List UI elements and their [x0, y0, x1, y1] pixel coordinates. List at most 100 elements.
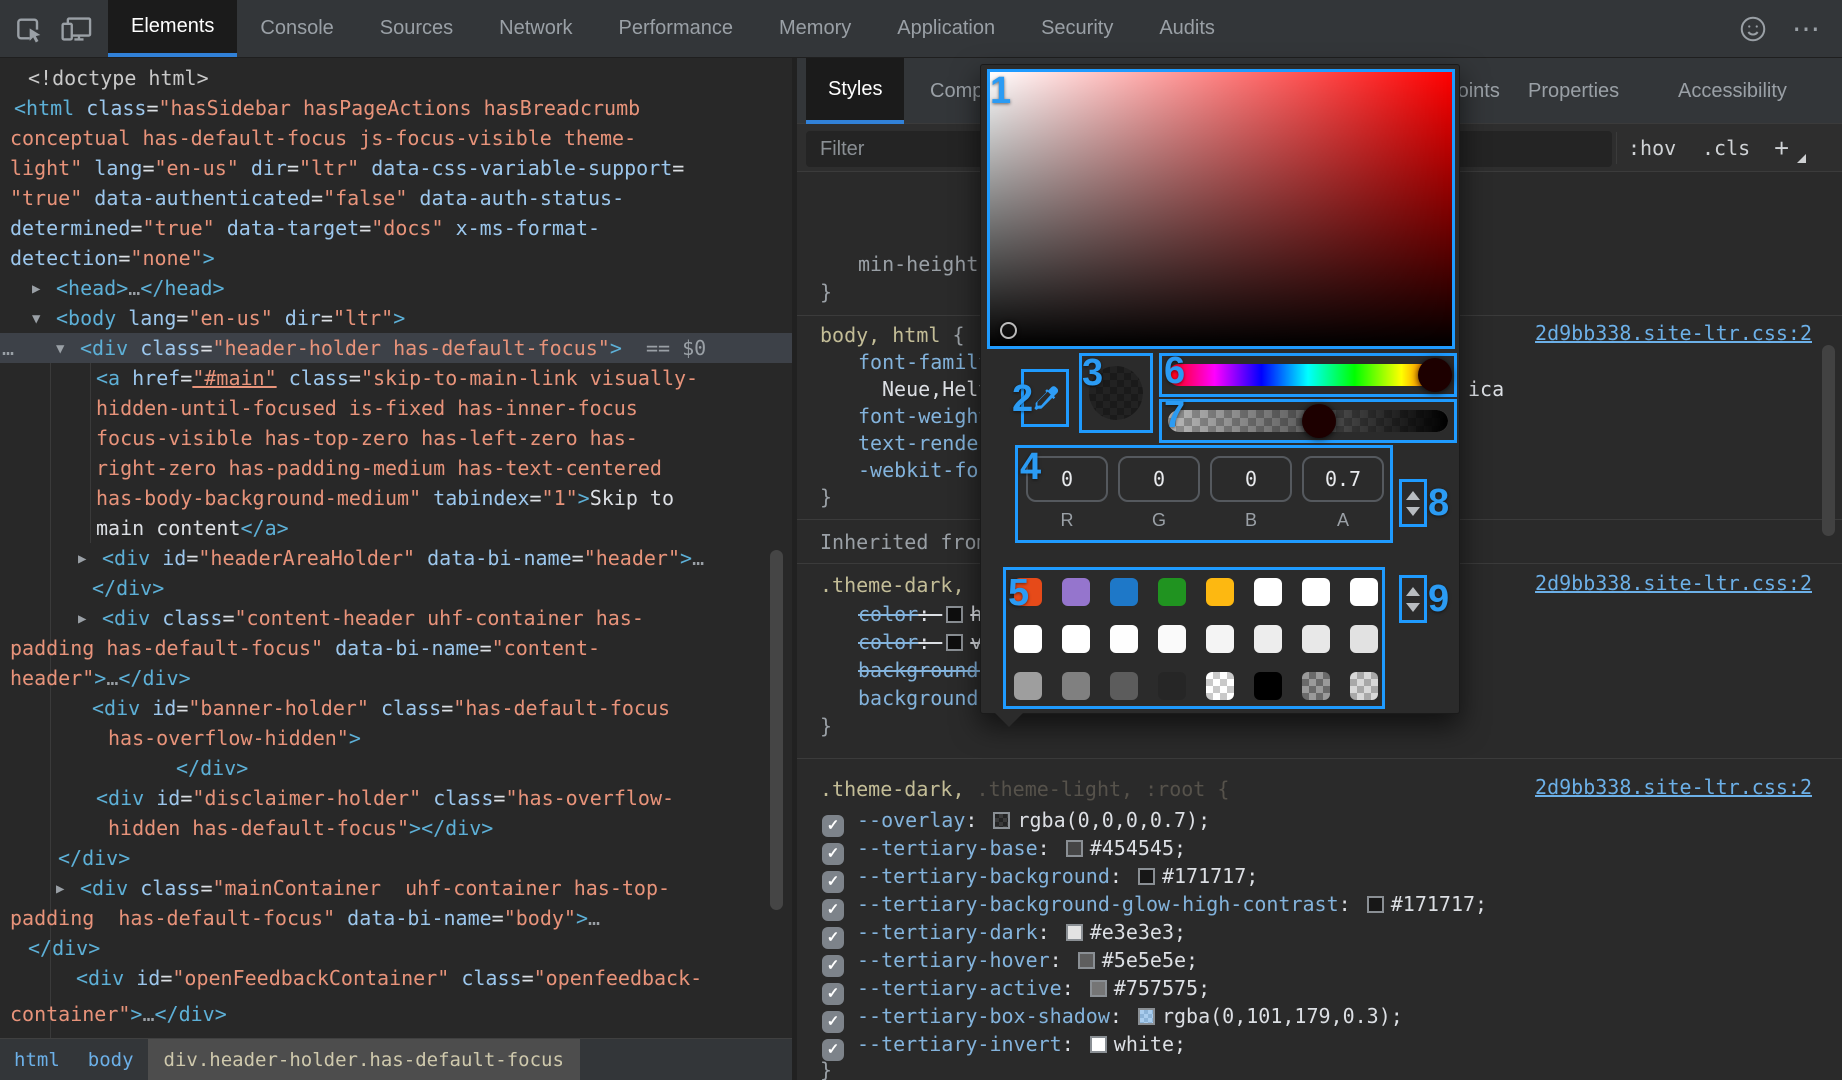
color-value-swatch[interactable] — [1066, 924, 1083, 941]
style-declaration-row[interactable]: ✓--tertiary-active: #757575; — [822, 974, 1210, 1005]
color-value-swatch[interactable] — [1138, 1008, 1155, 1025]
style-declaration-row[interactable]: ica — [1468, 375, 1504, 403]
dom-tree-row[interactable]: <div id="disclaimer-holder" class="has-o… — [96, 783, 674, 813]
dom-tree-row[interactable]: light" lang="en-us" dir="ltr" data-css-v… — [10, 153, 684, 183]
tab-network[interactable]: Network — [476, 0, 595, 57]
dom-tree-row[interactable]: </div> — [92, 573, 164, 603]
dom-tree-scrollbar[interactable] — [770, 550, 783, 910]
tab-application[interactable]: Application — [874, 0, 1018, 57]
style-declaration-row[interactable]: ✓--tertiary-background-glow-high-contras… — [822, 890, 1487, 921]
dom-tree-row[interactable]: ▶<div class="mainContainer uhf-container… — [56, 873, 670, 904]
color-value-swatch[interactable] — [1138, 868, 1155, 885]
dom-tree-row[interactable]: ▶<div class="content-header uhf-containe… — [78, 603, 644, 634]
style-declaration-row[interactable]: ✓--tertiary-dark: #e3e3e3; — [822, 918, 1186, 949]
dom-tree-row[interactable]: has-body-background-medium" tabindex="1"… — [96, 483, 674, 513]
palette-swatch[interactable] — [1302, 578, 1330, 606]
palette-swatch[interactable] — [1206, 625, 1234, 653]
style-declaration-row[interactable]: ✓--tertiary-invert: white; — [822, 1030, 1186, 1061]
tab-sources[interactable]: Sources — [357, 0, 476, 57]
color-value-swatch[interactable] — [1090, 1036, 1107, 1053]
style-declaration-row[interactable]: } — [820, 712, 832, 740]
palette-swatch[interactable] — [1206, 578, 1234, 606]
dom-tree-row[interactable]: </div> — [58, 843, 130, 873]
dom-tree-row[interactable]: container">…</div> — [10, 999, 227, 1029]
tab-memory[interactable]: Memory — [756, 0, 874, 57]
palette-swatch[interactable] — [1350, 625, 1378, 653]
dom-tree-row[interactable]: padding has-default-focus" data-bi-name=… — [10, 903, 600, 933]
style-declaration-row[interactable]: } — [820, 278, 832, 306]
more-options-icon[interactable]: ⋯ — [1792, 12, 1822, 45]
palette-swatch[interactable] — [1062, 672, 1090, 700]
style-declaration-row[interactable]: ✓--tertiary-base: #454545; — [822, 834, 1186, 865]
dom-tree-row[interactable]: main content</a> — [96, 513, 289, 543]
alpha-slider[interactable] — [1159, 399, 1457, 443]
dom-tree-row[interactable]: "true" data-authenticated="false" data-a… — [10, 183, 624, 213]
palette-swatch[interactable] — [1014, 672, 1042, 700]
palette-swatch[interactable] — [1350, 578, 1378, 606]
color-value-swatch[interactable] — [993, 812, 1010, 829]
palette-swatch[interactable] — [1302, 672, 1330, 700]
dom-tree-row[interactable]: ▼<body lang="en-us" dir="ltr"> — [32, 303, 405, 334]
style-declaration-row[interactable]: ✓--tertiary-box-shadow: rgba(0,101,179,0… — [822, 1002, 1403, 1033]
dom-tree-row[interactable]: detection="none"> — [10, 243, 215, 273]
style-declaration-row[interactable]: ✓--overlay: rgba(0,0,0,0.7); — [822, 806, 1210, 837]
palette-switcher-spinner[interactable] — [1399, 575, 1427, 623]
dom-tree-row[interactable]: ▼<div class="header-holder has-default-f… — [56, 333, 706, 364]
inspect-element-icon[interactable] — [12, 12, 46, 46]
saturation-brightness-field[interactable] — [987, 69, 1455, 349]
palette-swatch[interactable] — [1206, 672, 1234, 700]
dom-tree-row[interactable]: <html class="hasSidebar hasPageActions h… — [14, 93, 640, 123]
palette-swatch[interactable] — [1110, 625, 1138, 653]
new-style-rule-button[interactable]: + — [1774, 124, 1789, 172]
palette-swatch[interactable] — [1254, 625, 1282, 653]
alpha-slider-handle[interactable] — [1302, 404, 1336, 438]
tab-audits[interactable]: Audits — [1136, 0, 1238, 57]
dom-tree-row[interactable]: determined="true" data-target="docs" x-m… — [10, 213, 600, 243]
tab-security[interactable]: Security — [1018, 0, 1136, 57]
stylesheet-source-link[interactable]: 2d9bb338.site-ltr.css:2 — [1535, 775, 1812, 799]
palette-swatch[interactable] — [1110, 578, 1138, 606]
palette-swatch[interactable] — [1014, 625, 1042, 653]
color-value-swatch[interactable] — [1090, 980, 1107, 997]
color-value-swatch[interactable] — [1367, 896, 1384, 913]
tab-elements[interactable]: Elements — [108, 0, 237, 57]
palette-swatch[interactable] — [1158, 672, 1186, 700]
channel-input-a[interactable]: 0.7 — [1302, 456, 1384, 502]
dom-tree-row[interactable]: <!doctype html> — [28, 63, 209, 93]
dom-tree-row[interactable]: focus-visible has-top-zero has-left-zero… — [96, 423, 638, 453]
palette-swatch[interactable] — [1254, 672, 1282, 700]
style-declaration-row[interactable]: } — [820, 483, 832, 511]
hue-slider[interactable] — [1159, 353, 1457, 397]
feedback-smiley-icon[interactable] — [1736, 12, 1770, 46]
dom-tree-row[interactable]: </div> — [176, 753, 248, 783]
color-position-indicator[interactable] — [1000, 322, 1017, 339]
palette-swatch[interactable] — [1062, 578, 1090, 606]
breadcrumb-item-body[interactable]: body — [74, 1049, 148, 1071]
channel-input-g[interactable]: 0 — [1118, 456, 1200, 502]
sidebar-tab-styles[interactable]: Styles — [806, 58, 904, 124]
stylesheet-source-link[interactable]: 2d9bb338.site-ltr.css:2 — [1535, 571, 1812, 595]
channel-input-b[interactable]: 0 — [1210, 456, 1292, 502]
dom-tree-row[interactable]: </div> — [28, 933, 100, 963]
style-declaration-row[interactable]: .theme-dark, .theme-light, :root { — [820, 775, 1229, 803]
styles-scrollbar[interactable] — [1822, 345, 1835, 536]
palette-swatch[interactable] — [1110, 672, 1138, 700]
palette-swatch[interactable] — [1350, 672, 1378, 700]
stylesheet-source-link[interactable]: 2d9bb338.site-ltr.css:2 — [1535, 321, 1812, 345]
dom-tree-row[interactable]: … — [2, 333, 14, 363]
dom-tree-row[interactable]: hidden-until-focused is-fixed has-inner-… — [96, 393, 638, 423]
dom-tree-row[interactable]: <div id="banner-holder" class="has-defau… — [92, 693, 670, 723]
breadcrumb-item-active[interactable]: div.header-holder.has-default-focus — [148, 1039, 580, 1080]
dom-tree-row[interactable]: has-overflow-hidden"> — [108, 723, 361, 753]
style-declaration-row[interactable]: body, html { — [820, 321, 965, 349]
hue-slider-handle[interactable] — [1418, 358, 1452, 392]
tab-console[interactable]: Console — [237, 0, 356, 57]
color-value-swatch[interactable] — [1066, 840, 1083, 857]
toggle-class-button[interactable]: .cls — [1702, 124, 1750, 172]
dom-tree-row[interactable]: ▶<div id="headerAreaHolder" data-bi-name… — [78, 543, 704, 574]
device-toolbar-icon[interactable] — [60, 12, 94, 46]
sidebar-tab-properties[interactable]: Properties — [1528, 58, 1619, 124]
color-value-swatch[interactable] — [946, 606, 963, 623]
palette-swatch[interactable] — [1302, 625, 1330, 653]
palette-swatch[interactable] — [1062, 625, 1090, 653]
